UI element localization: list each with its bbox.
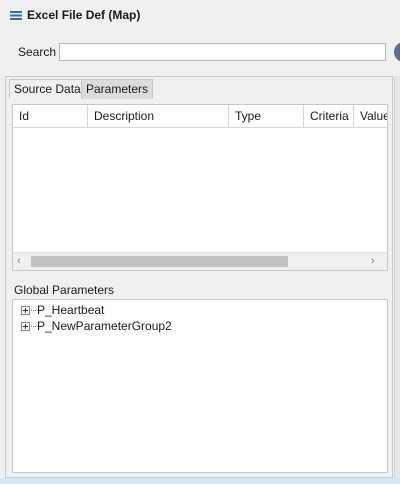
search-label: Search: [18, 45, 57, 59]
search-input[interactable]: [59, 43, 386, 61]
title-bar: Excel File Def (Map): [0, 0, 400, 33]
window-title: Excel File Def (Map): [27, 8, 141, 22]
tree-connector: [31, 326, 36, 327]
tree-item-label: P_NewParameterGroup2: [37, 319, 172, 333]
splitter[interactable]: [394, 76, 400, 484]
column-header-type[interactable]: Type: [229, 105, 304, 127]
parameters-table[interactable]: Id Description Type Criteria Value ‹ ›: [12, 104, 388, 271]
column-header-criteria[interactable]: Criteria: [304, 105, 354, 127]
table-header: Id Description Type Criteria Value: [13, 105, 387, 128]
expand-plus-icon[interactable]: [21, 306, 30, 315]
scroll-right-icon[interactable]: ›: [371, 255, 381, 268]
status-strip: [0, 478, 400, 484]
global-parameters-label: Global Parameters: [14, 283, 115, 297]
expand-plus-icon[interactable]: [21, 322, 30, 331]
column-header-description[interactable]: Description: [88, 105, 229, 127]
horizontal-scrollbar[interactable]: ‹ ›: [13, 252, 387, 270]
search-action-button[interactable]: [394, 42, 400, 62]
column-header-id[interactable]: Id: [13, 105, 88, 127]
list-icon: [10, 11, 22, 20]
global-parameters-tree[interactable]: P_Heartbeat P_NewParameterGroup2: [12, 299, 388, 473]
scroll-left-icon[interactable]: ‹: [17, 255, 27, 268]
column-header-value[interactable]: Value: [354, 105, 387, 127]
tab-parameters[interactable]: Parameters: [81, 79, 154, 99]
tab-source-data[interactable]: Source Data: [9, 79, 86, 99]
tree-item-label: P_Heartbeat: [37, 303, 105, 317]
scroll-thumb[interactable]: [31, 256, 288, 267]
tree-connector: [31, 310, 36, 311]
